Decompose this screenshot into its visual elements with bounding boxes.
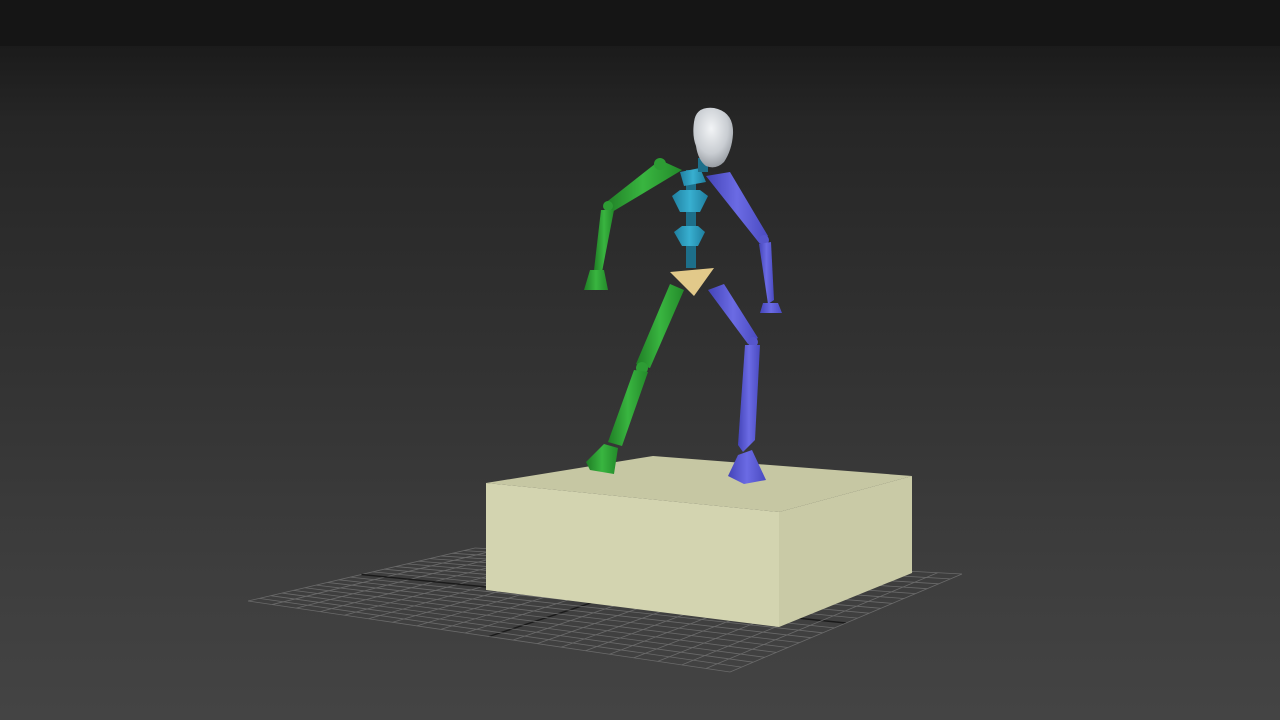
right-leg[interactable]: [708, 284, 766, 484]
spine[interactable]: [672, 168, 708, 268]
left-leg[interactable]: [586, 284, 684, 474]
left-arm[interactable]: [584, 158, 682, 290]
biped-character[interactable]: [584, 107, 782, 484]
scene-canvas[interactable]: [0, 0, 1280, 720]
platform-box[interactable]: [486, 456, 912, 627]
3d-viewport[interactable]: [0, 0, 1280, 720]
